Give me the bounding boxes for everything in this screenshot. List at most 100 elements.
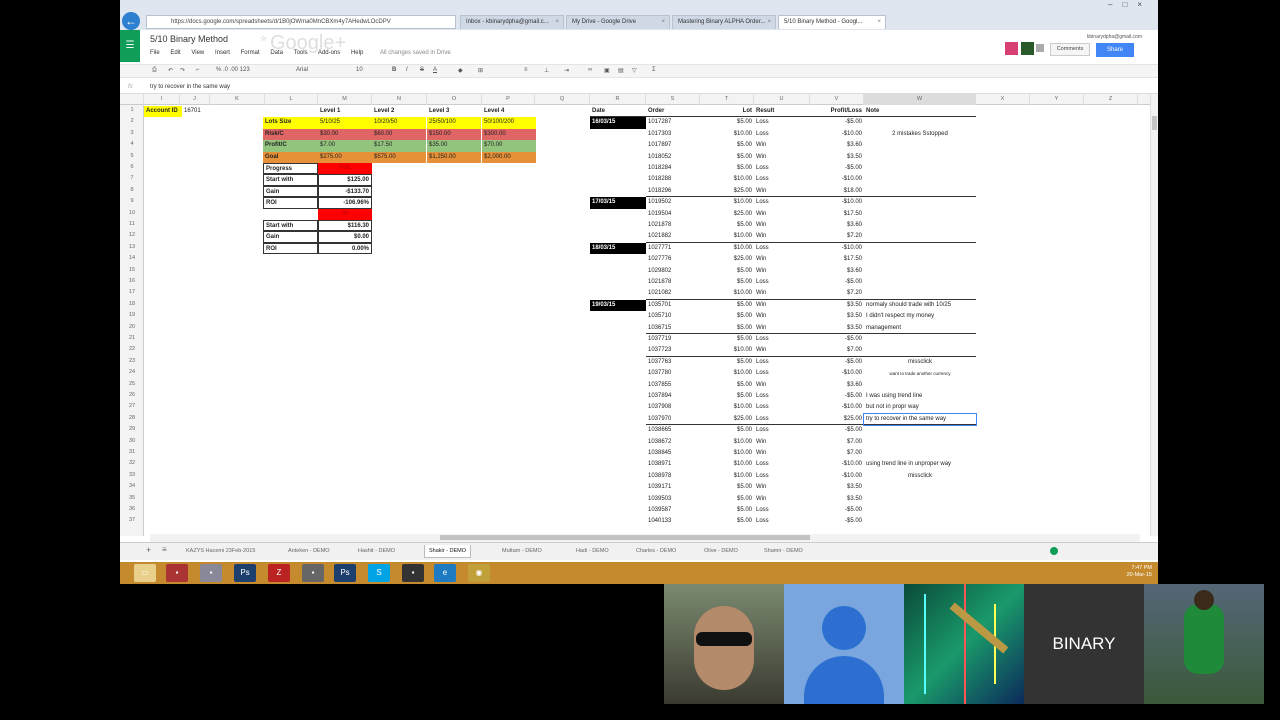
- order-header[interactable]: Order: [646, 106, 700, 118]
- order-cell[interactable]: 1027776: [646, 254, 700, 265]
- lot-cell[interactable]: $10.00: [700, 459, 754, 470]
- note-cell[interactable]: [864, 505, 976, 516]
- sheet-tab[interactable]: Hashit - DEMO: [358, 545, 395, 558]
- stat-label[interactable]: Gain: [263, 231, 318, 243]
- level-value[interactable]: $1,250.00: [427, 151, 481, 163]
- order-cell[interactable]: 1037970: [646, 414, 700, 426]
- result-cell[interactable]: Win: [754, 300, 810, 311]
- text-color-button[interactable]: A: [433, 67, 437, 73]
- lot-cell[interactable]: $10.00: [700, 243, 754, 254]
- order-cell[interactable]: 1038845: [646, 448, 700, 459]
- wrap-icon[interactable]: ⇥: [564, 67, 569, 74]
- level-value[interactable]: $575.00: [372, 151, 426, 163]
- lot-cell[interactable]: $5.00: [700, 494, 754, 505]
- column-header[interactable]: J: [180, 94, 210, 105]
- order-cell[interactable]: 1037855: [646, 380, 700, 391]
- fill-color-icon[interactable]: ◆: [458, 67, 463, 74]
- level-value[interactable]: $35.00: [427, 140, 481, 152]
- lot-cell[interactable]: $10.00: [700, 345, 754, 357]
- lot-cell[interactable]: $5.00: [700, 391, 754, 402]
- date-badge[interactable]: 16/03/15: [590, 117, 646, 129]
- column-header[interactable]: Z: [1084, 94, 1138, 105]
- column-header[interactable]: Q: [535, 94, 590, 105]
- strikethrough-button[interactable]: S: [420, 67, 424, 73]
- note-cell[interactable]: using trend line in unproper way: [864, 459, 976, 470]
- pl-cell[interactable]: -$5.00: [810, 391, 864, 402]
- stat-value[interactable]: $0.00: [318, 231, 372, 243]
- participant-avatar-tile[interactable]: [784, 584, 904, 704]
- filter-icon[interactable]: ▽: [632, 67, 637, 74]
- link-icon[interactable]: ∞: [588, 67, 592, 73]
- date-header[interactable]: Date: [590, 106, 646, 118]
- user-email[interactable]: kbinarydpha@gmail.com: [1087, 34, 1142, 40]
- order-cell[interactable]: 1021882: [646, 231, 700, 243]
- note-header[interactable]: Note: [864, 106, 976, 118]
- pl-cell[interactable]: $3.50: [810, 323, 864, 334]
- lot-cell[interactable]: $5.00: [700, 266, 754, 277]
- row-header[interactable]: 13: [120, 242, 144, 253]
- result-cell[interactable]: Loss: [754, 277, 810, 288]
- result-cell[interactable]: Loss: [754, 368, 810, 379]
- result-cell[interactable]: Loss: [754, 459, 810, 470]
- pl-cell[interactable]: -$10.00: [810, 459, 864, 470]
- lot-cell[interactable]: $25.00: [700, 254, 754, 265]
- collaborator-avatar[interactable]: [1005, 42, 1018, 55]
- number-format-controls[interactable]: % .0 .00 123: [216, 67, 250, 73]
- pl-cell[interactable]: $7.00: [810, 345, 864, 357]
- font-size-select[interactable]: 10: [356, 67, 363, 73]
- row-header[interactable]: 18: [120, 299, 144, 310]
- stat-label[interactable]: Start with: [263, 174, 318, 186]
- note-cell[interactable]: [864, 243, 976, 254]
- note-cell[interactable]: [864, 494, 976, 505]
- pl-cell[interactable]: -$10.00: [810, 471, 864, 482]
- column-header[interactable]: U: [754, 94, 810, 105]
- stat-value[interactable]: $116.30: [318, 220, 372, 232]
- menu-edit[interactable]: Edit: [170, 50, 180, 56]
- column-header[interactable]: W: [864, 94, 976, 105]
- level-value[interactable]: $30.00: [318, 128, 372, 141]
- pl-cell[interactable]: $3.50: [810, 311, 864, 322]
- note-cell[interactable]: I was using trend line: [864, 391, 976, 402]
- order-cell[interactable]: 1039171: [646, 482, 700, 493]
- app-icon[interactable]: ▪: [166, 564, 188, 582]
- order-cell[interactable]: 1027771: [646, 243, 700, 254]
- result-cell[interactable]: Loss: [754, 516, 810, 527]
- app-icon[interactable]: ▪: [302, 564, 324, 582]
- chat-icon[interactable]: [1036, 44, 1044, 52]
- result-cell[interactable]: Win: [754, 152, 810, 163]
- row-header[interactable]: 2: [120, 116, 144, 127]
- order-cell[interactable]: 1037894: [646, 391, 700, 402]
- result-cell[interactable]: Loss: [754, 391, 810, 402]
- pl-cell[interactable]: -$10.00: [810, 129, 864, 140]
- row-header[interactable]: 31: [120, 447, 144, 458]
- browser-tab-sheet[interactable]: 5/10 Binary Method - Googl... ×: [778, 15, 886, 29]
- note-cell[interactable]: management: [864, 323, 976, 334]
- align-icon[interactable]: ≡: [524, 67, 528, 73]
- note-cell[interactable]: missclick: [864, 471, 976, 482]
- browser-tab-drive[interactable]: My Drive - Google Drive ×: [566, 15, 670, 29]
- column-header[interactable]: O: [427, 94, 482, 105]
- note-cell[interactable]: want to trade another currency: [864, 368, 976, 379]
- result-cell[interactable]: Loss: [754, 197, 810, 208]
- lot-cell[interactable]: $10.00: [700, 402, 754, 413]
- valign-icon[interactable]: ⊥: [544, 67, 549, 74]
- result-cell[interactable]: Win: [754, 288, 810, 300]
- progress-label[interactable]: Progress: [263, 163, 318, 175]
- row-header[interactable]: 30: [120, 436, 144, 447]
- note-cell[interactable]: missclick: [864, 357, 976, 368]
- lot-cell[interactable]: $10.00: [700, 174, 754, 185]
- order-cell[interactable]: 1029802: [646, 266, 700, 277]
- result-cell[interactable]: Win: [754, 448, 810, 459]
- skype-icon[interactable]: S: [368, 564, 390, 582]
- result-cell[interactable]: Win: [754, 266, 810, 277]
- pl-cell[interactable]: $7.20: [810, 288, 864, 300]
- result-cell[interactable]: Win: [754, 482, 810, 493]
- italic-button[interactable]: I: [406, 67, 408, 73]
- result-cell[interactable]: Loss: [754, 505, 810, 516]
- close-icon[interactable]: ×: [555, 16, 559, 29]
- font-select[interactable]: Arial: [296, 67, 308, 73]
- lot-cell[interactable]: $5.00: [700, 277, 754, 288]
- level-value[interactable]: 5/10/25: [318, 117, 372, 129]
- row-header[interactable]: 19: [120, 310, 144, 321]
- close-icon[interactable]: ×: [767, 16, 771, 29]
